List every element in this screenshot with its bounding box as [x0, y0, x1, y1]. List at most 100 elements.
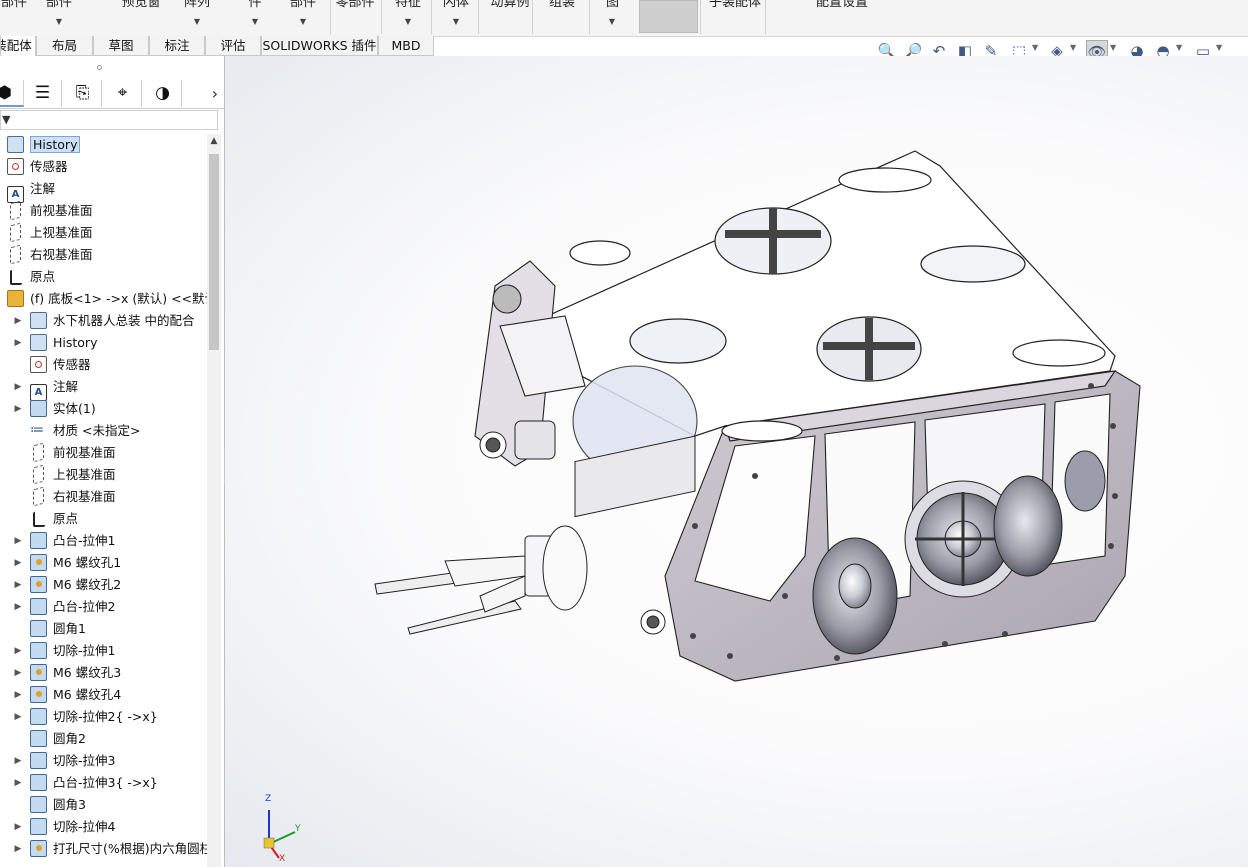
chevron-down-icon[interactable]: ▼: [1216, 43, 1222, 52]
scroll-up-arrow-icon[interactable]: ▲: [207, 134, 221, 149]
ribbon-button-1[interactable]: 部件 ▼: [44, 0, 74, 28]
chevron-down-icon[interactable]: ▼: [1110, 43, 1116, 52]
configuration-manager-icon[interactable]: ⎘: [64, 80, 102, 107]
panel-next-arrow[interactable]: ›: [212, 80, 218, 107]
tree-node[interactable]: (f) 底板<1> ->x (默认) <<默认>_显示状态 1>: [7, 288, 207, 310]
tree-node[interactable]: ▶ 凸台-拉伸2: [15, 596, 115, 618]
tree-node[interactable]: 传感器: [7, 156, 68, 178]
expand-arrow-icon[interactable]: ▶: [13, 530, 23, 552]
dropdown-arrow-icon[interactable]: ▼: [178, 15, 216, 28]
expand-arrow-icon[interactable]: ▶: [13, 398, 23, 420]
tree-node[interactable]: ▶ 水下机器人总装 中的配合: [15, 310, 194, 332]
dropdown-arrow-icon[interactable]: ▼: [44, 15, 74, 28]
tree-node[interactable]: ▶ M6 螺纹孔1: [15, 552, 121, 574]
tree-node[interactable]: ▶ 打孔尺寸(%根据)内六角圆柱: [15, 838, 207, 860]
right-plane-icon: [33, 486, 44, 507]
expand-arrow-icon[interactable]: ▶: [13, 596, 23, 618]
tree-node[interactable]: 前视基准面: [7, 200, 93, 222]
expand-arrow-icon[interactable]: ▶: [13, 838, 23, 860]
tree-node[interactable]: ▶ 实体(1): [15, 398, 96, 420]
tree-node[interactable]: 上视基准面: [30, 464, 116, 486]
tree-node[interactable]: A 注解: [7, 178, 55, 203]
ribbon-button-8[interactable]: 闪体 ▼: [443, 0, 469, 28]
tree-node[interactable]: ▶ 凸台-拉伸1: [15, 530, 115, 552]
expand-arrow-icon[interactable]: ▶: [13, 640, 23, 662]
tree-node[interactable]: ▶ M6 螺纹孔3: [15, 662, 121, 684]
ribbon-button-label: 部件: [289, 0, 316, 10]
chevron-down-icon[interactable]: ▼: [1032, 43, 1038, 52]
tab-4[interactable]: 评估: [205, 36, 261, 56]
tree-node[interactable]: ▶ 切除-拉伸2{ ->x}: [15, 706, 158, 728]
feature-manager-icon[interactable]: ⬢: [0, 80, 24, 107]
property-manager-icon[interactable]: ☰: [24, 80, 62, 107]
ribbon-button-2[interactable]: 预览窗: [121, 0, 161, 9]
panel-grip-icon[interactable]: [97, 65, 102, 70]
graphics-viewport[interactable]: Z Y X: [225, 56, 1248, 867]
expand-arrow-icon[interactable]: ▶: [13, 662, 23, 684]
expand-arrow-icon[interactable]: ▶: [13, 332, 23, 354]
ribbon-button-9[interactable]: 动算例: [487, 0, 533, 9]
expand-arrow-icon[interactable]: ▶: [13, 310, 23, 332]
ribbon-button-0[interactable]: 部件: [0, 0, 28, 9]
ribbon-button-11[interactable]: 图 ▼: [606, 0, 619, 28]
tree-node[interactable]: ▶ M6 螺纹孔2: [15, 574, 121, 596]
expand-arrow-icon[interactable]: ▶: [13, 552, 23, 574]
ribbon-button-13[interactable]: 配置设置: [812, 0, 872, 9]
tree-node-label: 打孔尺寸(%根据)内六角圆柱: [53, 841, 207, 856]
tree-node[interactable]: ▶ 凸台-拉伸3{ ->x}: [15, 772, 158, 794]
tree-node[interactable]: 材质 <未指定>: [30, 419, 140, 442]
tree-node[interactable]: ▶ History: [15, 332, 97, 354]
ribbon-button-5[interactable]: 部件 ▼: [288, 0, 318, 28]
rov-assembly-model[interactable]: [225, 56, 1248, 867]
display-manager-icon[interactable]: ◑: [144, 80, 182, 107]
ribbon-button-4[interactable]: 件 ▼: [245, 0, 265, 28]
tree-node[interactable]: 右视基准面: [7, 244, 93, 266]
tree-node[interactable]: 传感器: [30, 354, 91, 376]
tree-scrollbar[interactable]: ▲: [207, 134, 221, 867]
tree-node[interactable]: 右视基准面: [30, 486, 116, 508]
dropdown-arrow-icon[interactable]: ▼: [443, 15, 469, 28]
filter-icon[interactable]: ▼: [2, 113, 10, 126]
dropdown-arrow-icon[interactable]: ▼: [606, 15, 618, 28]
tab-1[interactable]: 布局: [36, 36, 93, 56]
tree-node[interactable]: 圆角3: [30, 794, 86, 816]
expand-arrow-icon[interactable]: ▶: [13, 574, 23, 596]
tab-3[interactable]: 标注: [149, 36, 205, 56]
dropdown-arrow-icon[interactable]: ▼: [245, 15, 265, 28]
dimxpert-manager-icon[interactable]: ⌖: [104, 80, 142, 107]
expand-arrow-icon[interactable]: ▶: [13, 816, 23, 838]
expand-arrow-icon[interactable]: ▶: [13, 772, 23, 794]
tree-filter-field[interactable]: ▼: [0, 110, 218, 130]
tree-node[interactable]: History: [7, 134, 81, 156]
tree-node[interactable]: 圆角2: [30, 728, 86, 750]
scroll-thumb[interactable]: [209, 154, 219, 350]
tree-node[interactable]: 原点: [30, 508, 78, 530]
tree-node[interactable]: ▶ 切除-拉伸1: [15, 640, 115, 662]
tree-node[interactable]: ▶ A 注解: [15, 376, 78, 401]
tree-node[interactable]: 前视基准面: [30, 442, 116, 464]
expand-arrow-icon[interactable]: ▶: [13, 706, 23, 728]
tab-0[interactable]: 装配体: [0, 36, 36, 56]
tree-node[interactable]: ▶ 切除-拉伸3: [15, 750, 115, 772]
ribbon-button-6[interactable]: 零部件: [332, 0, 378, 9]
tab-2[interactable]: 草图: [93, 36, 149, 56]
tree-node[interactable]: 原点: [7, 266, 55, 288]
ribbon-button-7[interactable]: 特征 ▼: [393, 0, 423, 28]
chevron-down-icon[interactable]: ▼: [1070, 43, 1076, 52]
tree-node[interactable]: 圆角1: [30, 618, 86, 640]
dropdown-arrow-icon[interactable]: ▼: [288, 15, 318, 28]
tree-node[interactable]: ▶ M6 螺纹孔4: [15, 684, 121, 706]
tree-node[interactable]: ▶ 切除-拉伸4: [15, 816, 115, 838]
expand-arrow-icon[interactable]: ▶: [13, 684, 23, 706]
expand-arrow-icon[interactable]: ▶: [13, 750, 23, 772]
ribbon-placeholder-button[interactable]: [639, 0, 698, 33]
tab-6[interactable]: MBD: [378, 36, 434, 56]
ribbon-button-10[interactable]: 组装: [547, 0, 577, 9]
ribbon-button-12[interactable]: 子装配体: [706, 0, 764, 9]
tree-node[interactable]: 上视基准面: [7, 222, 93, 244]
chevron-down-icon[interactable]: ▼: [1176, 43, 1182, 52]
ribbon-button-3[interactable]: 阵列 ▼: [178, 0, 216, 28]
dropdown-arrow-icon[interactable]: ▼: [393, 15, 423, 28]
expand-arrow-icon[interactable]: ▶: [13, 376, 23, 398]
tab-5[interactable]: SOLIDWORKS 插件: [261, 36, 378, 56]
